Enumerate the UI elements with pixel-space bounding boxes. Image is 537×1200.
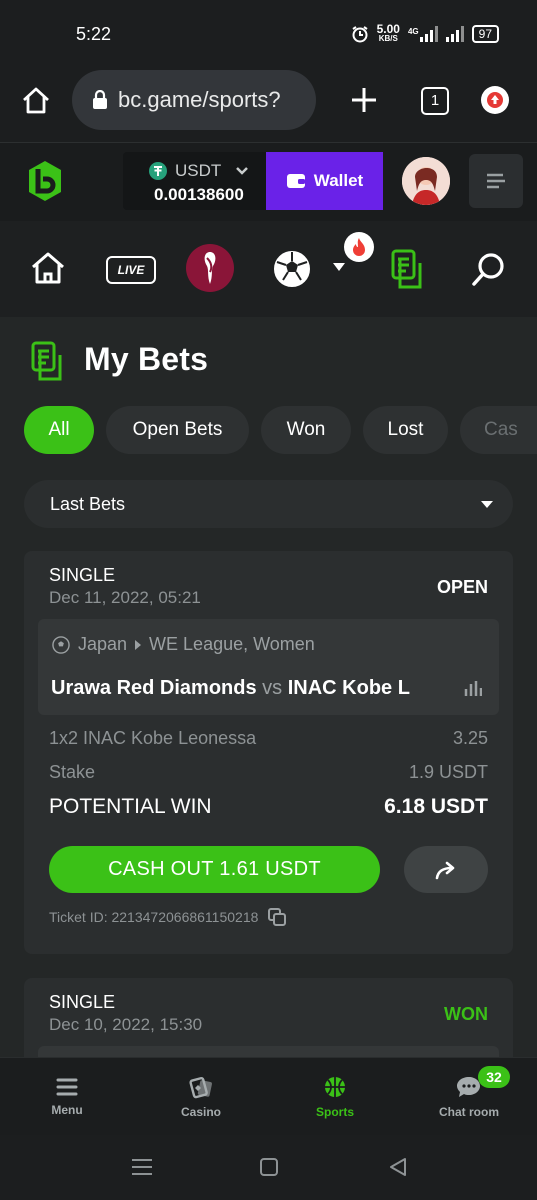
my-bets-nav-icon[interactable] [390,248,426,290]
casino-icon [189,1076,212,1099]
stake-value: 1.9 USDT [408,762,488,782]
system-nav-bar [0,1135,537,1200]
lock-icon [93,90,107,109]
browser-toolbar: bc.game/sports? 1 [0,70,537,142]
breadcrumb-arrow-icon [135,639,142,650]
bet-selection: 1x2 INAC Kobe Leonessa [49,728,257,748]
alarm-icon [352,26,368,43]
league-line: Japan WE League, Women [52,634,315,655]
cash-out-button[interactable]: CASH OUT 1.61 USDT [49,846,380,893]
list-icon [487,173,505,189]
bet-status: OPEN [436,577,488,597]
my-bets-page: My Bets All Open Bets Won Lost Cas Last … [0,317,537,1098]
wallet-label: Wallet [313,171,364,190]
filter-chip-all[interactable]: All [24,406,94,454]
sports-home-icon[interactable] [30,251,66,285]
chevron-down-icon[interactable] [235,166,249,176]
page-title: My Bets [84,341,209,377]
my-bets-title-icon [31,341,62,381]
live-button[interactable]: LIVE [106,256,156,284]
wallet-icon [286,174,305,188]
currency-label: USDT [175,161,222,180]
dropdown-value: Last Bets [50,493,126,514]
bet-date: Dec 10, 2022, 15:30 [49,1015,203,1034]
wallet-button[interactable]: Wallet [266,152,383,210]
filter-chip-lost[interactable]: Lost [363,406,448,454]
back-icon[interactable] [388,1157,408,1177]
battery-indicator: 97 [471,25,499,43]
sport-category-nav: LIVE [0,221,537,317]
soccer-ball-icon[interactable] [273,250,311,288]
bet-type: SINGLE [49,992,116,1012]
chat-unread-badge: 32 [478,1066,510,1088]
bc-logo-icon[interactable] [27,160,63,202]
home-icon[interactable] [21,86,51,116]
potential-win-label: POTENTIAL WIN [49,795,212,818]
stats-icon[interactable] [464,680,482,696]
vs-label: vs [262,677,283,699]
bets-period-dropdown[interactable]: Last Bets [24,480,513,528]
balance-display[interactable]: USDT 0.00138600 [123,152,268,210]
cell-signal-icon: 4G [408,26,438,42]
bet-date: Dec 11, 2022, 05:21 [49,588,201,607]
filter-chip-won[interactable]: Won [261,406,351,454]
url-text[interactable]: bc.game/sports? [118,87,304,113]
avatar[interactable] [402,157,450,205]
dropdown-caret-icon [481,500,493,508]
bet-type: SINGLE [49,565,116,585]
nav-menu[interactable]: Menu [0,1058,134,1136]
cell-signal-2-icon [445,26,464,42]
balance-amount: 0.00138600 [154,185,244,204]
match-teams: Urawa Red Diamonds vs INAC Kobe L [51,677,451,700]
match-info[interactable]: Japan WE League, Women Urawa Red Diamond… [38,619,499,715]
stake-label: Stake [49,762,96,782]
update-icon[interactable] [481,86,509,114]
share-arrow-icon [435,861,455,879]
bet-card: SINGLE Dec 11, 2022, 05:21 OPEN Japan WE… [24,551,513,954]
recent-apps-icon[interactable] [131,1158,153,1176]
filter-chip-cashout[interactable]: Cas [460,406,537,454]
address-bar[interactable]: bc.game/sports? [72,70,316,130]
menu-toggle-button[interactable] [469,154,523,208]
status-icons: 5.00 KB/S 4G 97 [351,22,499,44]
nav-casino[interactable]: Casino [134,1058,268,1136]
status-bar: 5:22 5.00 KB/S 4G 97 [0,0,537,70]
home-team: Urawa Red Diamonds [51,677,257,699]
filter-chip-open-bets[interactable]: Open Bets [106,406,249,454]
status-time: 5:22 [76,24,112,44]
search-icon[interactable] [471,251,507,287]
net-speed: 5.00 KB/S [376,22,400,43]
match-league: WE League, Women [149,634,315,654]
fire-icon [353,238,365,256]
basketball-icon [325,1077,345,1097]
nav-chat-room[interactable]: Chat room [402,1058,536,1136]
world-cup-icon[interactable] [186,244,234,292]
ticket-id: Ticket ID: 2213472066861150218 [49,909,259,925]
share-bet-button[interactable] [404,846,488,893]
match-country: Japan [78,634,128,654]
bottom-nav: Menu Casino Sports Chat room 32 [0,1057,537,1136]
caret-down-icon[interactable] [332,262,346,272]
hamburger-icon [56,1078,78,1096]
ticket-line: Ticket ID: 2213472066861150218 [49,908,287,926]
bet-status: WON [444,1004,488,1024]
bet-odds: 3.25 [452,728,488,748]
tab-switcher[interactable]: 1 [421,87,449,115]
soccer-icon [52,635,70,654]
usdt-icon [149,162,167,180]
nav-sports[interactable]: Sports [268,1058,402,1136]
copy-icon[interactable] [268,908,287,926]
hot-badge[interactable] [344,232,374,262]
away-team: INAC Kobe L [287,677,410,699]
home-button-icon[interactable] [259,1157,279,1177]
potential-win-value: 6.18 USDT [384,795,488,818]
new-tab-icon[interactable] [350,86,378,114]
app-header: USDT 0.00138600 Wallet [0,142,537,221]
